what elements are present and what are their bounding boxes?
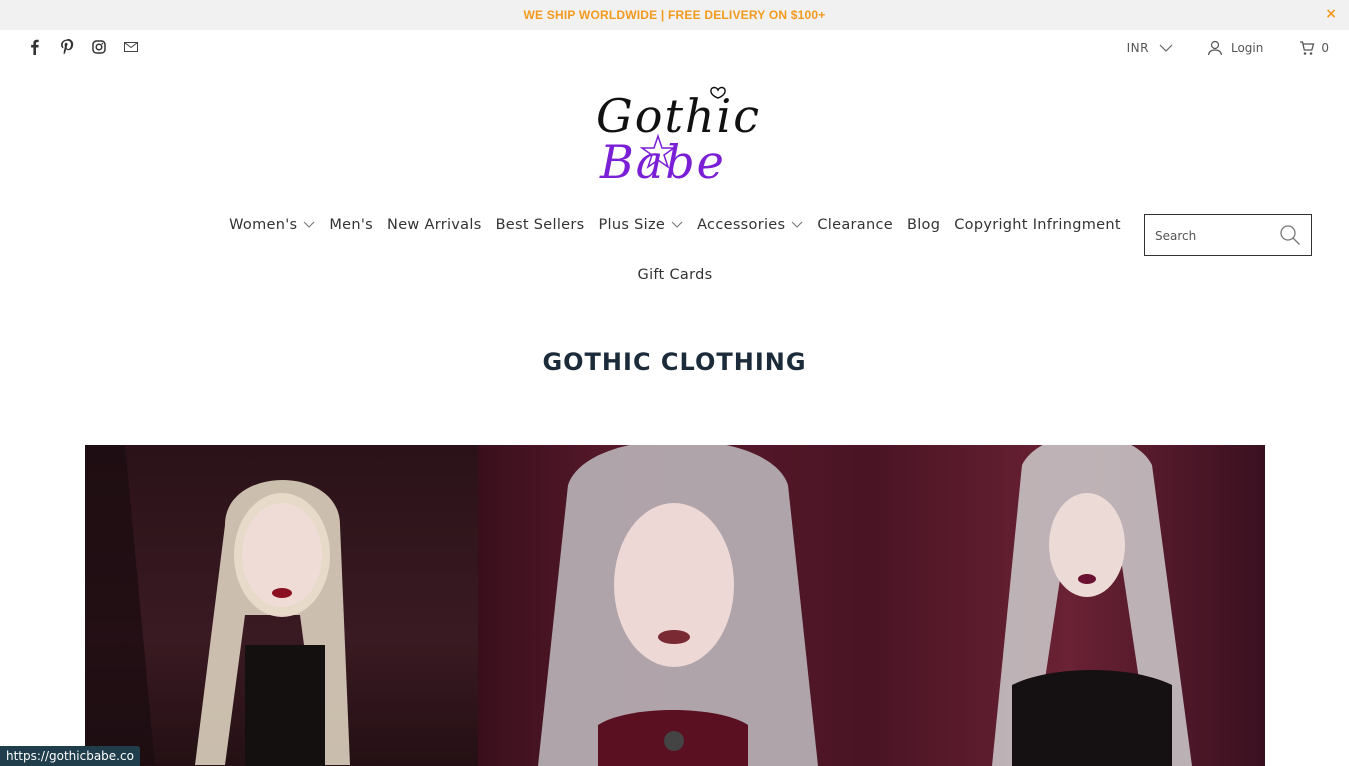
hero-banner[interactable]	[85, 445, 1265, 766]
nav-womens[interactable]: Women's	[229, 217, 315, 233]
hero-image-2	[478, 445, 872, 766]
search-input[interactable]	[1153, 225, 1277, 247]
nav-new-arrivals[interactable]: New Arrivals	[387, 217, 482, 233]
facebook-icon[interactable]	[24, 36, 46, 58]
logo-line-2: Babe	[599, 135, 726, 184]
hero-image-3	[871, 445, 1265, 766]
nav-label: Best Sellers	[495, 217, 585, 233]
nav-accessories[interactable]: Accessories	[697, 217, 803, 233]
announcement-bar: WE SHIP WORLDWIDE | FREE DELIVERY ON $10…	[0, 0, 1349, 30]
chevron-down-icon	[791, 221, 803, 228]
nav-label: Blog	[906, 217, 941, 233]
nav-label: Plus Size	[598, 217, 666, 233]
nav-best-sellers[interactable]: Best Sellers	[496, 217, 585, 233]
nav-label: Clearance	[817, 217, 893, 233]
nav-mens[interactable]: Men's	[329, 217, 373, 233]
site-logo[interactable]: Gothic Babe	[590, 80, 760, 189]
chevron-down-icon	[1159, 44, 1173, 52]
search-icon[interactable]	[1279, 224, 1301, 246]
nav-gift-cards[interactable]: Gift Cards	[638, 267, 713, 283]
social-links	[24, 36, 142, 58]
nav-row-1: Women's Men's New Arrivals Best Sellers …	[220, 212, 1130, 238]
main-navigation: Women's Men's New Arrivals Best Sellers …	[220, 212, 1130, 288]
nav-row-2: Gift Cards	[220, 262, 1130, 288]
cart-icon	[1300, 41, 1315, 55]
nav-label: Gift Cards	[637, 267, 713, 283]
currency-selector[interactable]: INR	[1127, 41, 1173, 55]
nav-label: New Arrivals	[387, 217, 482, 233]
hero-image-1	[85, 445, 479, 766]
nav-label: Copyright Infringment	[954, 217, 1121, 233]
header-utilities: INR Login 0	[1127, 40, 1329, 56]
login-link[interactable]: Login	[1207, 40, 1263, 56]
pinterest-icon[interactable]	[56, 36, 78, 58]
nav-label: Accessories	[697, 217, 786, 233]
page-title: GOTHIC CLOTHING	[542, 348, 807, 376]
currency-label: INR	[1126, 41, 1149, 55]
search-box	[1144, 214, 1312, 256]
cart-count: 0	[1321, 41, 1329, 55]
chevron-down-icon	[303, 221, 315, 228]
nav-clearance[interactable]: Clearance	[817, 217, 893, 233]
nav-label: Women's	[229, 217, 298, 233]
cart-link[interactable]: 0	[1299, 40, 1329, 56]
chevron-down-icon	[671, 221, 683, 228]
announcement-text: WE SHIP WORLDWIDE | FREE DELIVERY ON $10…	[523, 8, 826, 22]
login-label: Login	[1230, 41, 1264, 55]
close-icon[interactable]: ×	[1325, 6, 1337, 22]
email-icon[interactable]	[120, 36, 142, 58]
nav-copyright[interactable]: Copyright Infringment	[954, 217, 1121, 233]
nav-label: Men's	[329, 217, 374, 233]
nav-blog[interactable]: Blog	[907, 217, 940, 233]
nav-plus-size[interactable]: Plus Size	[599, 217, 684, 233]
instagram-icon[interactable]	[88, 36, 110, 58]
status-bar-url: https://gothicbabe.co	[0, 746, 140, 766]
user-icon	[1207, 40, 1223, 56]
